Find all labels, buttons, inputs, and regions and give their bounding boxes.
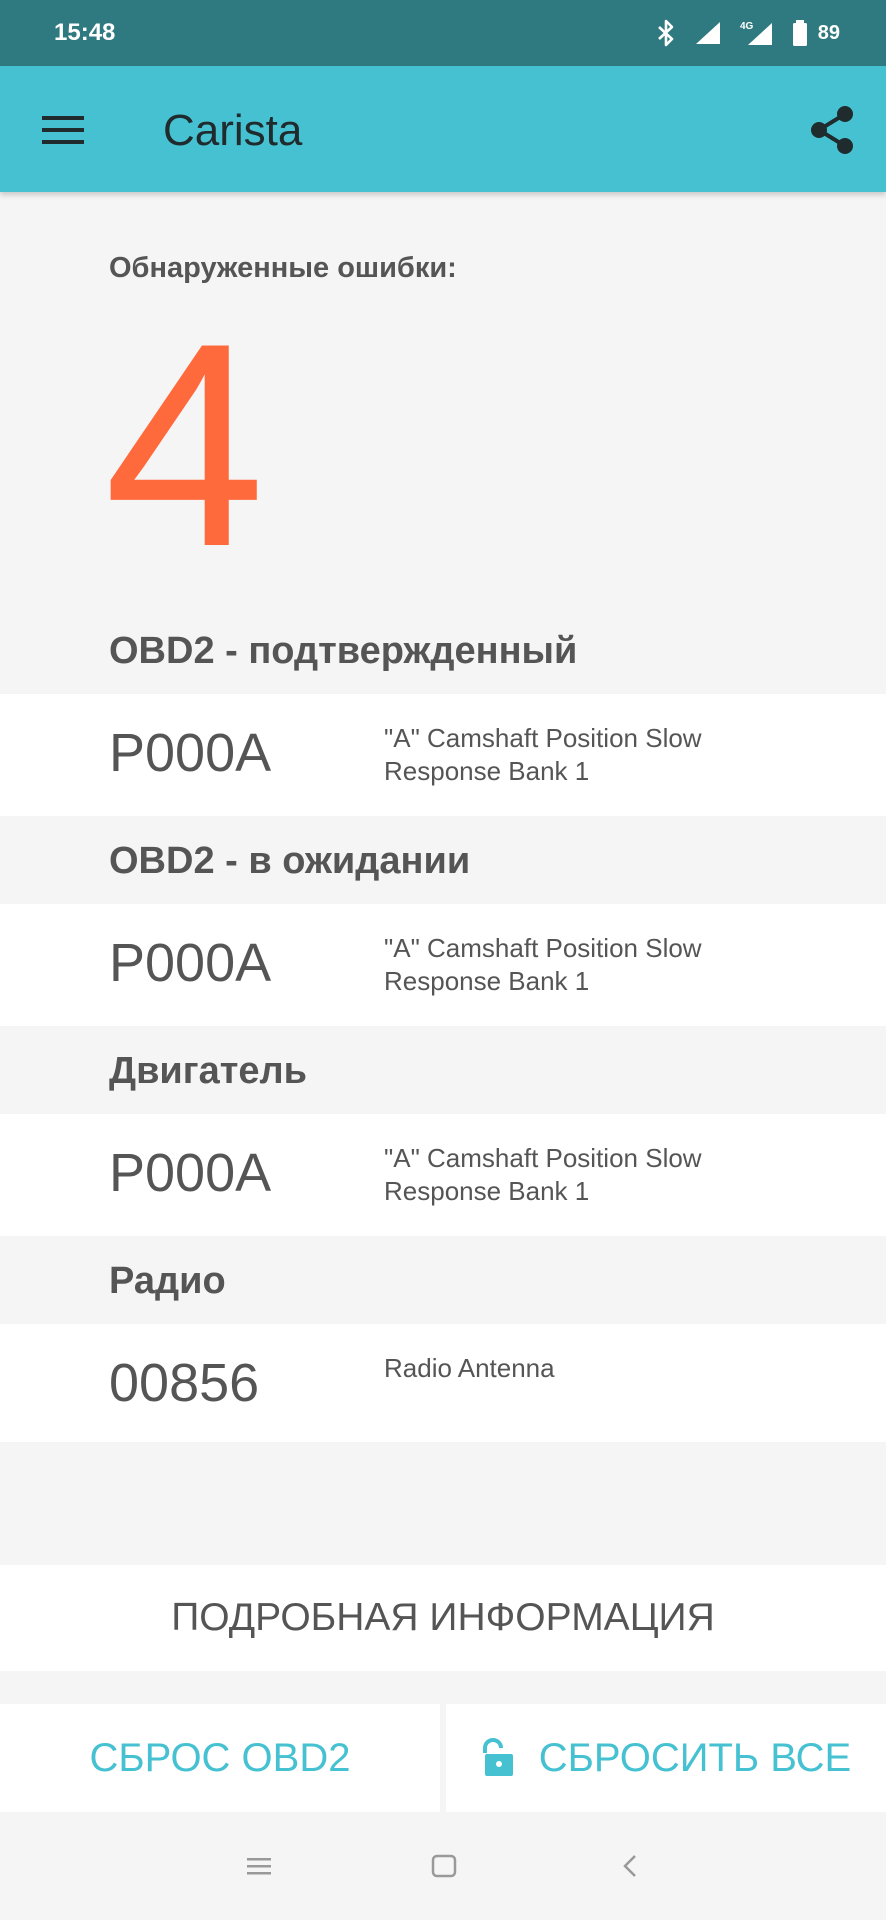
fault-description: "A" Camshaft Position Slow Response Bank… (384, 933, 702, 996)
reset-obd2-button[interactable]: СБРОС OBD2 (0, 1704, 440, 1812)
section-header-engine: Двигатель (109, 1050, 307, 1092)
reset-all-label: СБРОСИТЬ ВСЕ (538, 1735, 852, 1780)
fault-row[interactable]: P000A "A" Camshaft Position Slow Respons… (0, 1114, 886, 1236)
recent-apps-button[interactable] (246, 1846, 272, 1891)
fault-row[interactable]: P000A "A" Camshaft Position Slow Respons… (0, 694, 886, 816)
share-icon (811, 106, 853, 154)
bluetooth-icon (657, 19, 674, 47)
share-button[interactable] (807, 103, 857, 157)
app-title: Carista (163, 106, 303, 155)
unlocked-padlock-icon (482, 1738, 513, 1776)
menu-button[interactable] (40, 112, 86, 148)
status-time: 15:48 (54, 19, 116, 46)
section-header-radio: Радио (109, 1260, 226, 1302)
hamburger-menu-icon (42, 116, 84, 144)
details-button-label: ПОДРОБНАЯ ИНФОРМАЦИЯ (171, 1596, 715, 1639)
network-label: 4G (740, 21, 754, 32)
status-bar: 15:48 4G 89 (0, 0, 886, 66)
home-icon (431, 1854, 457, 1878)
app-bar: Carista (0, 66, 886, 192)
battery-icon (792, 20, 807, 46)
back-icon (623, 1855, 636, 1877)
fault-code: 00856 (109, 1353, 260, 1413)
fault-description: "A" Camshaft Position Slow Response Bank… (384, 1143, 702, 1206)
signal-icon (695, 22, 720, 44)
fault-description: "A" Camshaft Position Slow Response Bank… (384, 723, 702, 786)
reset-all-button[interactable]: СБРОСИТЬ ВСЕ (446, 1704, 886, 1812)
recent-apps-icon (247, 1858, 271, 1875)
fault-code: P000A (109, 933, 272, 993)
action-bar: СБРОС OBD2 СБРОСИТЬ ВСЕ (0, 1704, 886, 1812)
status-icons: 4G 89 (656, 19, 840, 47)
back-button[interactable] (620, 1846, 640, 1891)
errors-found-label: Обнаруженные ошибки: (109, 252, 457, 284)
fault-row[interactable]: 00856 Radio Antenna (0, 1324, 886, 1442)
signal-4g-icon: 4G (740, 21, 772, 45)
fault-code: P000A (109, 1143, 272, 1203)
navigation-bar (0, 1812, 886, 1920)
errors-count: 4 (104, 283, 266, 607)
section-header-obd2-confirmed: OBD2 - подтвержденный (109, 630, 578, 672)
reset-obd2-label: СБРОС OBD2 (89, 1735, 351, 1780)
section-header-obd2-pending: OBD2 - в ожидании (109, 840, 471, 882)
details-button[interactable]: ПОДРОБНАЯ ИНФОРМАЦИЯ (0, 1565, 886, 1671)
fault-row[interactable]: P000A "A" Camshaft Position Slow Respons… (0, 904, 886, 1026)
fault-code: P000A (109, 723, 272, 783)
home-button[interactable] (431, 1846, 457, 1891)
fault-description: Radio Antenna (384, 1353, 555, 1383)
battery-percent: 89 (817, 21, 840, 44)
